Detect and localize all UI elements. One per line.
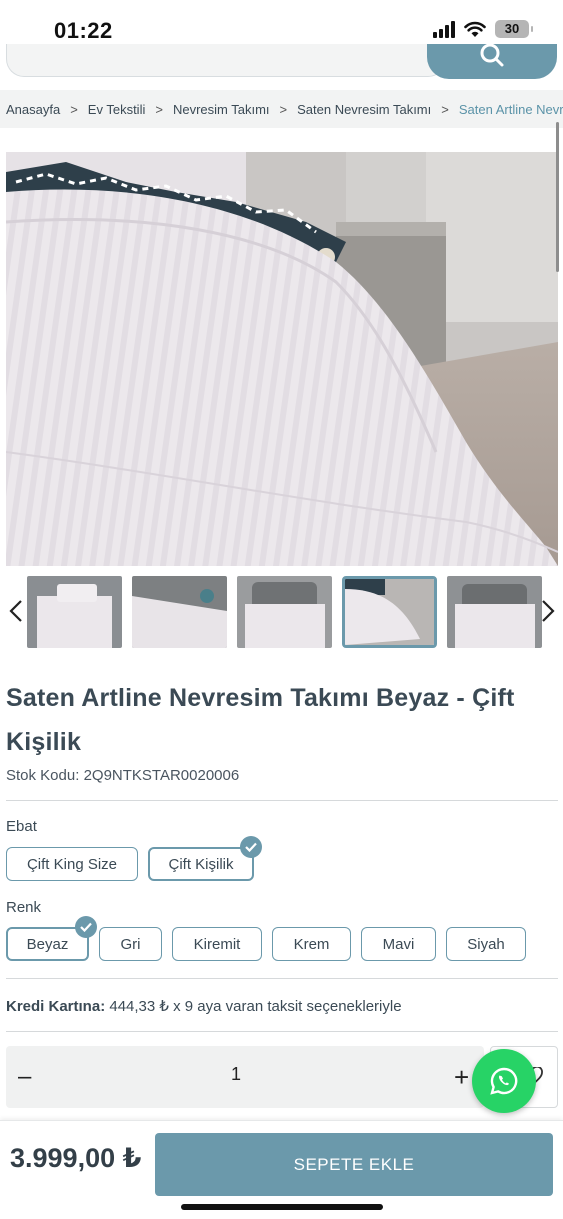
quantity-value[interactable]: 1 <box>231 1064 241 1085</box>
bottom-action-bar: 3.999,00 ₺ SEPETE EKLE <box>0 1120 563 1219</box>
carousel-next-button[interactable] <box>538 596 558 626</box>
breadcrumb-separator: > <box>279 101 288 117</box>
chevron-right-icon <box>542 600 555 622</box>
search-icon <box>480 43 504 66</box>
check-icon <box>240 836 262 858</box>
check-icon <box>75 916 97 938</box>
thumbnail-5[interactable] <box>447 576 542 648</box>
color-option-label: Beyaz <box>26 935 69 953</box>
battery-icon: 30 <box>495 20 533 38</box>
thumbnail-3[interactable] <box>237 576 332 648</box>
size-option-label: Çift Kişilik <box>168 855 234 873</box>
breadcrumb-home[interactable]: Anasayfa <box>6 102 60 117</box>
breadcrumb-current: Saten Artline Nevr <box>458 101 563 117</box>
thumbnail-carousel <box>0 576 563 648</box>
breadcrumb-separator: > <box>441 101 449 117</box>
color-option-label: Krem <box>293 935 330 953</box>
quantity-stepper: – 1 + <box>6 1046 484 1108</box>
chevron-left-icon <box>9 600 22 622</box>
breadcrumb-separator: > <box>155 101 163 117</box>
divider <box>6 800 558 801</box>
search-button[interactable] <box>427 43 557 79</box>
carousel-prev-button[interactable] <box>6 596 26 626</box>
color-option-siyah[interactable]: Siyah <box>446 927 526 961</box>
stock-value: 2Q9NTKSTAR0020006 <box>83 767 240 784</box>
scrollbar[interactable] <box>556 122 559 272</box>
breadcrumb-nevresim-takimi[interactable]: Nevresim Takımı <box>173 102 270 117</box>
color-option-label: Gri <box>120 935 141 953</box>
product-price: 3.999,00 ₺ <box>10 1143 142 1173</box>
breadcrumb: Anasayfa > Ev Tekstili > Nevresim Takımı… <box>0 90 563 128</box>
color-option-gri[interactable]: Gri <box>99 927 162 961</box>
breadcrumb-separator: > <box>70 101 78 117</box>
installment-label: Kredi Kartına: <box>6 998 106 1015</box>
color-option-krem[interactable]: Krem <box>272 927 351 961</box>
divider <box>6 1031 558 1032</box>
signal-icon <box>433 20 455 38</box>
thumbnail-2[interactable] <box>132 576 227 648</box>
thumbnail-4[interactable] <box>342 576 437 648</box>
color-option-beyaz[interactable]: Beyaz <box>6 916 97 961</box>
quantity-decrease-button[interactable]: – <box>18 1062 48 1092</box>
color-option-label: Siyah <box>467 935 505 953</box>
whatsapp-icon <box>490 1067 518 1095</box>
search-bar <box>6 43 557 80</box>
size-option-king[interactable]: Çift King Size <box>6 847 138 881</box>
color-option-mavi[interactable]: Mavi <box>361 927 436 961</box>
whatsapp-button[interactable] <box>472 1049 536 1113</box>
breadcrumb-saten-nevresim[interactable]: Saten Nevresim Takımı <box>297 102 431 117</box>
add-to-cart-button[interactable]: SEPETE EKLE <box>155 1133 553 1196</box>
stock-code: Stok Kodu: 2Q9NTKSTAR0020006 <box>6 767 239 784</box>
size-option-cift-kisilik[interactable]: Çift Kişilik <box>148 836 262 881</box>
search-input[interactable] <box>6 44 446 77</box>
main-product-image[interactable] <box>6 152 558 566</box>
status-time: 01:22 <box>54 18 113 43</box>
status-icons: 30 <box>433 20 533 38</box>
breadcrumb-ev-tekstili[interactable]: Ev Tekstili <box>88 102 146 117</box>
home-indicator[interactable] <box>181 1204 383 1210</box>
color-option-label: Kiremit <box>193 935 241 953</box>
installment-text: 444,33 ₺ x 9 aya varan taksit seçenekler… <box>109 998 402 1015</box>
installment-info: Kredi Kartına: 444,33 ₺ x 9 aya varan ta… <box>6 997 402 1015</box>
color-option-label: Mavi <box>382 935 415 953</box>
bedding-photo <box>6 152 558 566</box>
stock-label: Stok Kodu: <box>6 767 80 784</box>
thumbnail-1[interactable] <box>27 576 122 648</box>
wifi-icon <box>464 21 486 37</box>
color-option-kiremit[interactable]: Kiremit <box>172 927 262 961</box>
size-label: Ebat <box>6 818 37 835</box>
product-title: Saten Artline Nevresim Takımı Beyaz - Çi… <box>6 684 515 756</box>
color-label: Renk <box>6 899 42 916</box>
divider <box>6 978 558 979</box>
size-option-label: Çift King Size <box>26 855 118 873</box>
